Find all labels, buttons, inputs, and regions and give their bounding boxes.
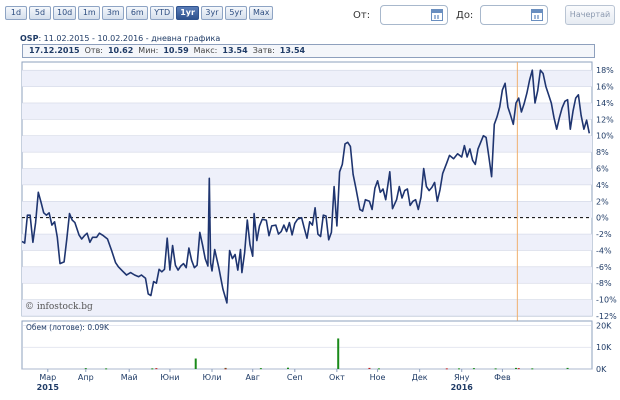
grid-band	[22, 102, 592, 120]
volume-bar-down	[224, 368, 227, 370]
x-tick-label: Ное	[370, 373, 386, 382]
y-tick-label: -12%	[596, 312, 617, 321]
volume-bar	[194, 358, 197, 369]
grid-band	[22, 135, 592, 153]
y-tick-label: 4%	[596, 181, 609, 190]
volume-bar	[566, 367, 569, 369]
y-tick-label: 0%	[596, 214, 609, 223]
x-year-label: 2015	[37, 383, 60, 392]
price-chart[interactable]: 18% 16% 14% 12% 10% 8% 6% 4% 2% 0% -2% -4% -6% -8% -10…	[0, 0, 620, 400]
volume-bar	[84, 368, 87, 370]
x-tick-label: Юли	[203, 373, 222, 382]
watermark: © infostock.bg	[25, 302, 93, 312]
volume-bar	[494, 368, 497, 370]
y-tick-label: 2%	[596, 197, 609, 206]
volume-bar	[531, 368, 534, 370]
volume-tick-label: 10K	[596, 343, 612, 352]
volume-bar	[377, 368, 380, 370]
volume-bar	[259, 368, 262, 370]
x-tick-label: Май	[121, 373, 138, 382]
y-tick-label: -10%	[596, 296, 617, 305]
y-tick-label: 10%	[596, 132, 614, 141]
grid-band	[22, 168, 592, 185]
y-tick-label: 16%	[596, 83, 614, 92]
grid-band	[22, 299, 592, 316]
grid-band	[22, 70, 592, 87]
volume-bar	[105, 368, 108, 370]
volume-bar-down	[155, 368, 158, 370]
volume-bar	[472, 368, 475, 370]
y-tick-label: 12%	[596, 115, 614, 124]
volume-bar	[458, 368, 460, 370]
volume-bar-down	[368, 367, 371, 369]
y-tick-label: 18%	[596, 66, 614, 75]
volume-tick-label: 20K	[596, 321, 612, 330]
volume-bar	[151, 368, 154, 370]
x-tick-label: Сеп	[287, 373, 303, 382]
volume-tick-label: 0K	[596, 365, 607, 374]
y-tick-label: -2%	[596, 230, 612, 239]
x-tick-label: Мар	[39, 373, 56, 382]
y-tick-label: -4%	[596, 246, 612, 255]
x-tick-label: Яну	[454, 373, 470, 382]
volume-bar	[515, 367, 517, 369]
grid-band	[22, 201, 592, 218]
x-tick-label: Окт	[329, 373, 345, 382]
volume-bar	[287, 367, 289, 369]
volume-bar	[337, 338, 340, 369]
volume-label: Обем (лотове): 0.09K	[26, 323, 110, 332]
x-year-label: 2016	[451, 383, 474, 392]
x-tick-label: Апр	[78, 373, 94, 382]
volume-bar-down	[445, 368, 448, 370]
y-tick-label: -6%	[596, 263, 612, 272]
x-tick-label: Юни	[160, 373, 179, 382]
volume-bar-down	[517, 368, 520, 370]
y-tick-label: 8%	[596, 148, 609, 157]
y-tick-label: -8%	[596, 279, 612, 288]
x-tick-label: Дек	[412, 373, 428, 382]
y-tick-label: 14%	[596, 99, 614, 108]
grid-band	[22, 266, 592, 284]
y-tick-label: 6%	[596, 165, 609, 174]
x-tick-label: Авг	[246, 373, 260, 382]
x-tick-label: Фев	[494, 373, 511, 382]
